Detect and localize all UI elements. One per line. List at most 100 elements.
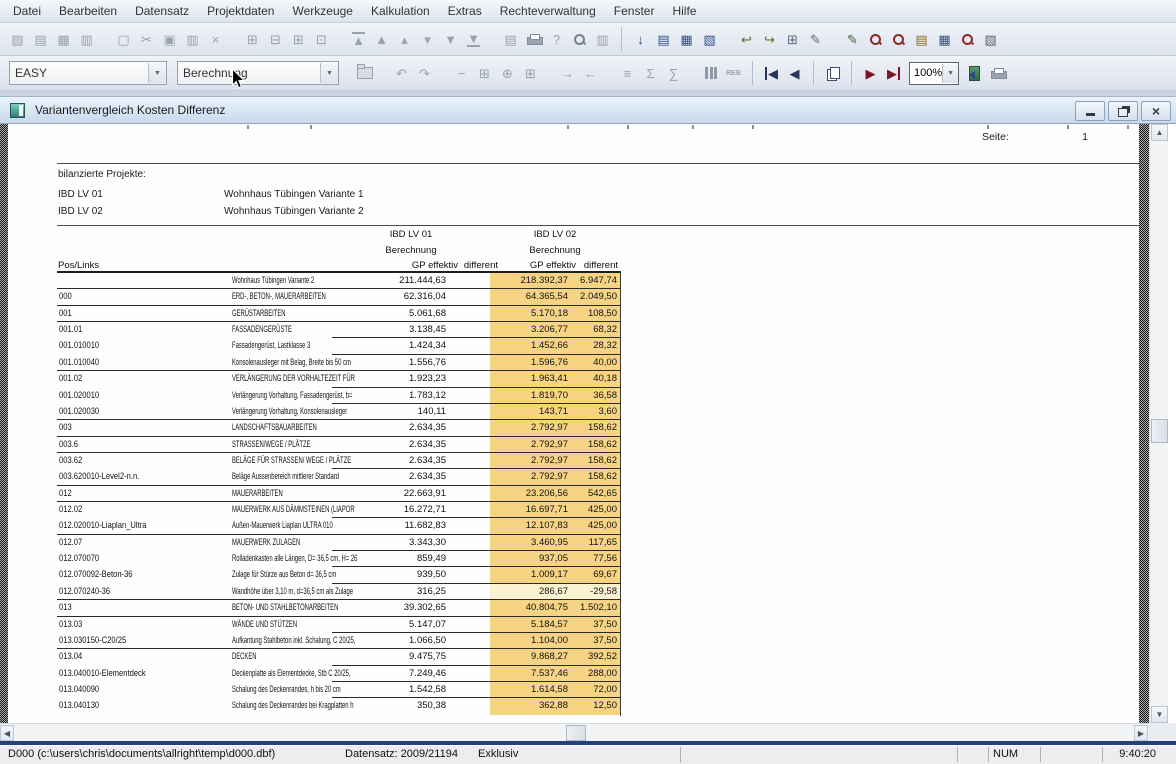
outline-insert-button[interactable]: ⊞ [287,28,310,51]
menu-datensatz[interactable]: Datensatz [126,1,198,22]
open-button[interactable] [353,62,376,85]
menu-projektdaten[interactable]: Projektdaten [198,1,283,22]
exit-preview-button[interactable] [963,62,986,85]
edit-pencil-button[interactable]: ✎ [841,28,864,51]
import-data-button[interactable]: ↓ [629,28,652,51]
move-down-fast-button[interactable]: ▼ [439,28,462,51]
columns-button[interactable]: ▥ [591,28,614,51]
insert-title-button[interactable]: ⊞ [473,62,496,85]
vertical-scrollbar[interactable]: ▲ ▼ [1149,124,1168,723]
statistics-button[interactable] [699,62,722,85]
outline-structure-button[interactable]: ⊡ [310,28,333,51]
cell-description: FASSADENGERÜSTE [232,322,332,338]
move-down-button[interactable]: ▾ [416,28,439,51]
cell-diff-lv01 [450,289,490,304]
mdi-window-titlebar[interactable]: Variantenvergleich Kosten Differenz × [0,96,1176,124]
cell-difference: -29,58 [572,584,620,599]
reb-button[interactable]: REB [722,62,745,85]
cell-diff-lv01 [450,666,490,681]
zoom-page-button[interactable] [887,28,910,51]
cell-difference: 158,62 [572,420,620,435]
undo-button[interactable]: ↶ [390,62,413,85]
restore-button[interactable] [1108,101,1138,121]
new-document-button[interactable]: ▢ [112,28,135,51]
print-button[interactable] [522,28,545,51]
sum-button[interactable]: ∑ [662,62,685,85]
menu-fenster[interactable]: Fenster [605,1,664,22]
outdent-button[interactable]: ← [579,62,602,85]
move-last-button[interactable]: ▼ [462,28,485,51]
scroll-right-button[interactable]: ▶ [1134,725,1148,741]
chevron-down-icon[interactable]: ▼ [942,64,958,83]
copy-pages-button[interactable] [821,62,844,85]
last-page-button[interactable]: ▶ [882,62,905,85]
clipped-edge-button[interactable]: ▧ [979,28,1002,51]
menu-extras[interactable]: Extras [439,1,491,22]
scroll-up-button[interactable]: ▲ [1151,124,1168,141]
project-combobox[interactable]: EASY ▼ [9,61,167,85]
jump-forward-button[interactable]: ↪ [758,28,781,51]
zoom-report-button[interactable] [956,28,979,51]
table-row: 012.02MAUERWERK AUS DÄMMSTEINEN (LIAPOR1… [57,502,620,518]
scroll-down-button[interactable]: ▼ [1151,706,1168,723]
insert-position-button[interactable]: ⊕ [496,62,519,85]
indent-button[interactable]: → [556,62,579,85]
close-icon: × [1152,104,1160,118]
menu-bearbeiten[interactable]: Bearbeiten [50,1,126,22]
print-report-button[interactable] [986,62,1009,85]
insert-subposition-button[interactable]: ⊞ [519,62,542,85]
zoom-document-button[interactable] [864,28,887,51]
scroll-left-button[interactable]: ◀ [0,725,14,741]
report-book-button[interactable]: ▥ [75,28,98,51]
move-up-button[interactable]: ▴ [393,28,416,51]
document-export-button[interactable]: ▤ [910,28,933,51]
table-row: 012.07MAUERWERK ZULAGEN3.343,303.460,951… [57,535,620,551]
export-image-button[interactable]: ▨ [6,28,29,51]
picture-button[interactable]: ▦ [52,28,75,51]
cell-difference: 68,32 [572,322,620,337]
search-button[interactable] [568,28,591,51]
redo-button[interactable]: ↷ [413,62,436,85]
notes-button[interactable]: ▤ [29,28,52,51]
pin-button[interactable]: ✎ [804,28,827,51]
outline-promote-button[interactable]: ⊞ [241,28,264,51]
document-edit-button[interactable]: ▧ [698,28,721,51]
cut-button[interactable]: ✂ [135,28,158,51]
move-first-button[interactable]: ▲ [347,28,370,51]
sum-selection-button[interactable]: Σ [639,62,662,85]
view-combobox[interactable]: Berechnung ▼ [177,61,339,85]
first-page-button[interactable]: ◀ [760,62,783,85]
copy-button[interactable]: ▣ [158,28,181,51]
next-page-button[interactable]: ▶ [859,62,882,85]
horizontal-scroll-thumb[interactable] [566,725,586,741]
chevron-down-icon[interactable]: ▼ [148,63,166,83]
vertical-scroll-thumb[interactable] [1151,419,1168,443]
window-grid-button[interactable]: ⊞ [781,28,804,51]
menu-kalkulation[interactable]: Kalkulation [362,1,439,22]
table-row: 003.62BELÄGE FÜR STRASSEN/ WEGE / PLÄTZE… [57,453,620,469]
export-image-icon: ▨ [11,33,23,46]
horizontal-scrollbar[interactable]: ◀ ▶ [0,723,1149,741]
menu-hilfe[interactable]: Hilfe [663,1,705,22]
document-list-button[interactable]: ▦ [675,28,698,51]
menu-datei[interactable]: Datei [4,1,50,22]
minimize-button[interactable] [1075,101,1105,121]
chevron-down-icon[interactable]: ▼ [320,63,338,83]
export-data-button[interactable]: ▤ [652,28,675,51]
remove-position-button[interactable]: − [450,62,473,85]
cell-gp-lv02: 7.537,46 [490,666,572,681]
outline-demote-button[interactable]: ⊟ [264,28,287,51]
zoom-combobox[interactable]: 100%▼ [909,62,959,85]
list-button[interactable]: ≡ [616,62,639,85]
help-button[interactable]: ? [545,28,568,51]
menu-rechteverwaltung[interactable]: Rechteverwaltung [491,1,605,22]
delete-button[interactable]: × [204,28,227,51]
prev-page-button[interactable]: ◀ [783,62,806,85]
menu-werkzeuge[interactable]: Werkzeuge [283,1,361,22]
document-table-button[interactable]: ▦ [933,28,956,51]
jump-back-button[interactable]: ↩ [735,28,758,51]
paste-button[interactable]: ▥ [181,28,204,51]
close-button[interactable]: × [1141,101,1171,121]
print-preview-button[interactable]: ▤ [499,28,522,51]
move-up-fast-button[interactable]: ▲ [370,28,393,51]
